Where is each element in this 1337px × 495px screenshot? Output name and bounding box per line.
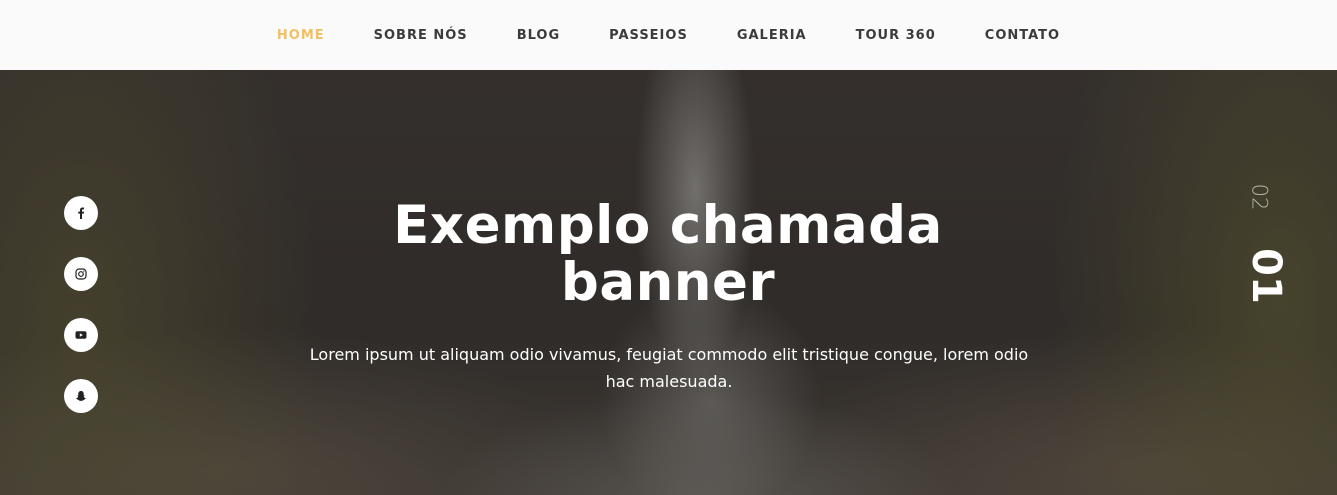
- social-links: [64, 196, 98, 440]
- nav-blog[interactable]: BLOG: [517, 28, 560, 43]
- facebook-icon: [78, 207, 84, 219]
- instagram-button[interactable]: [64, 257, 98, 291]
- nav-contato[interactable]: CONTATO: [985, 28, 1060, 43]
- main-navigation: HOME SOBRE NÓS BLOG PASSEIOS GALERIA TOU…: [0, 0, 1337, 70]
- hero-subtitle: Lorem ipsum ut aliquam odio vivamus, feu…: [309, 345, 1029, 391]
- nav-home[interactable]: HOME: [277, 28, 325, 43]
- nav-tour-360[interactable]: TOUR 360: [856, 28, 936, 43]
- slide-current-number[interactable]: 01: [1243, 248, 1289, 304]
- nav-galeria[interactable]: GALERIA: [737, 28, 807, 43]
- hero-title-line-2: banner: [560, 252, 776, 313]
- slide-pagination: 02 01: [1236, 175, 1289, 315]
- snapchat-icon: [76, 391, 86, 401]
- hero-title: Exemplo chamada banner: [318, 197, 1018, 311]
- youtube-button[interactable]: [64, 318, 98, 352]
- slide-next-number[interactable]: 02: [1247, 184, 1271, 211]
- nav-passeios[interactable]: PASSEIOS: [609, 28, 688, 43]
- instagram-icon: [75, 268, 87, 280]
- nav-sobre-nos[interactable]: SOBRE NÓS: [374, 28, 468, 43]
- facebook-button[interactable]: [64, 196, 98, 230]
- youtube-icon: [75, 331, 87, 339]
- snapchat-button[interactable]: [64, 379, 98, 413]
- hero-title-line-1: Exemplo chamada: [393, 195, 943, 256]
